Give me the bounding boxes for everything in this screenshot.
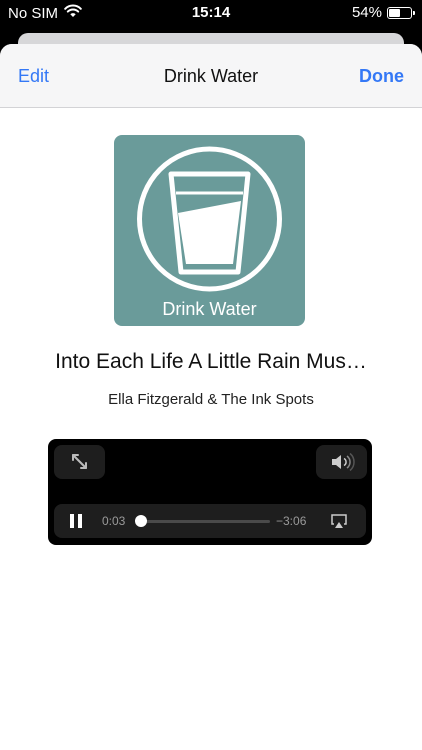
expand-icon xyxy=(72,454,87,469)
modal-sheet: Edit Drink Water Done Drink Water Into E… xyxy=(0,44,422,750)
done-button[interactable]: Done xyxy=(359,66,404,87)
status-right: 54% xyxy=(351,4,415,21)
media-player: 0:03 −3:06 xyxy=(48,439,372,545)
airplay-icon[interactable] xyxy=(330,512,348,530)
remaining-time: −3:06 xyxy=(276,514,307,528)
scrubber-track[interactable] xyxy=(139,520,270,523)
playback-controls: 0:03 −3:06 xyxy=(54,504,366,538)
elapsed-time: 0:03 xyxy=(102,514,126,528)
scrubber-knob[interactable] xyxy=(135,515,148,527)
pause-icon[interactable] xyxy=(68,513,84,529)
track-title: Into Each Life A Little Rain Mus… xyxy=(55,350,367,373)
shortcut-artwork: Drink Water xyxy=(114,135,305,326)
volume-button[interactable] xyxy=(316,445,367,479)
artwork-label: Drink Water xyxy=(162,299,257,319)
glass-of-water-icon xyxy=(137,146,282,292)
track-artist: Ella Fitzgerald & The Ink Spots xyxy=(108,391,314,408)
status-bar: No SIM 15:14 54% xyxy=(0,0,422,26)
battery-icon xyxy=(387,6,415,19)
navigation-bar: Edit Drink Water Done xyxy=(0,44,422,108)
battery-fill xyxy=(389,8,401,17)
speaker-icon xyxy=(332,452,355,472)
fullscreen-button[interactable] xyxy=(54,445,105,479)
battery-percent: 54% xyxy=(351,4,382,21)
